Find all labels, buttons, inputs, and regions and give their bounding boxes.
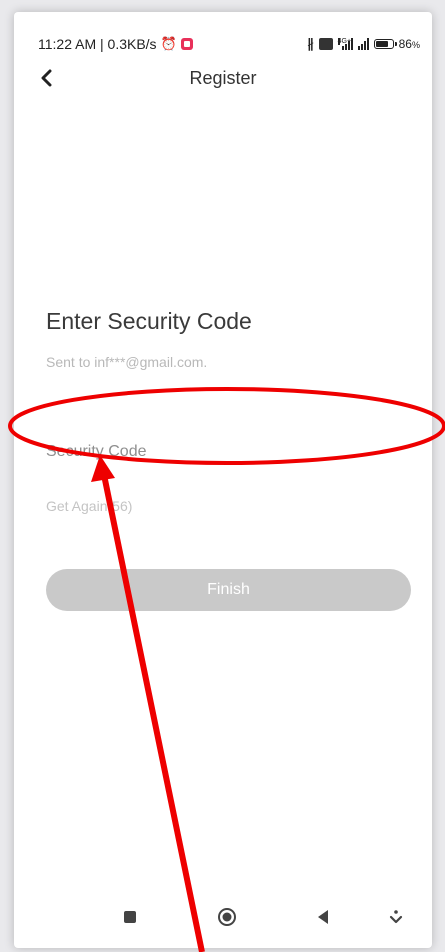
navigation-bar [14,888,432,948]
signal-icon [357,38,369,50]
nav-back-button[interactable] [311,905,335,929]
status-right: ∦ 4G+ 86% [307,36,420,52]
battery-value: 86 [398,37,412,51]
triangle-left-icon [318,910,328,924]
status-time-data: 11:22 AM | 0.3KB/s [38,36,157,52]
status-bar: 11:22 AM | 0.3KB/s ⏰ ∦ 4G+ 86% [14,12,432,52]
finish-button[interactable]: Finish [46,569,411,611]
square-icon [124,911,136,923]
get-again-link[interactable]: Get Again(56) [46,498,132,514]
bluetooth-icon: ∦ [307,36,314,51]
phone-screen: 11:22 AM | 0.3KB/s ⏰ ∦ 4G+ 86% Register … [14,12,432,948]
signal-4g-icon: 4G+ [337,38,353,50]
app-notification-icon [180,38,193,50]
battery-level: 86% [399,37,420,51]
battery-fill [375,41,388,47]
form-heading: Enter Security Code [46,308,252,334]
nav-menu-button[interactable] [384,905,408,929]
home-button[interactable] [215,905,239,929]
circle-icon [218,908,236,926]
network-type-label: 4G+ [337,38,352,45]
hd-icon [318,38,333,50]
recents-button[interactable] [118,905,142,929]
security-code-input[interactable] [46,436,406,468]
battery-unit: % [411,40,420,50]
sent-to-text: Sent to inf***@gmail.com. [46,354,208,370]
alarm-clock-icon: ⏰ [160,36,177,51]
status-left: 11:22 AM | 0.3KB/s ⏰ [38,36,193,52]
battery-icon [373,39,397,49]
chevron-down-icon [389,910,403,924]
page-title: Register [189,68,257,88]
